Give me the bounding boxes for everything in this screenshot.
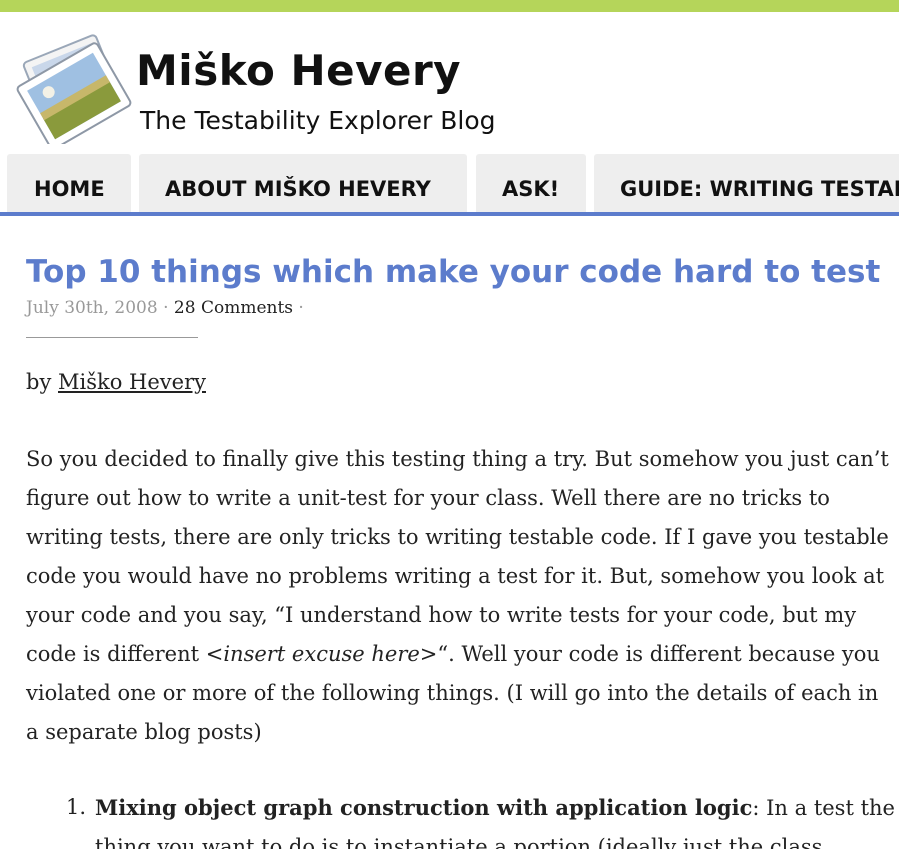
nav-tab-label: ABOUT MIŠKO HEVERY: [165, 177, 431, 201]
paragraph-italic: <insert excuse here>: [205, 642, 438, 666]
meta-separator: ·: [298, 298, 304, 318]
nav-tab-ask[interactable]: ASK!: [476, 154, 586, 212]
author-link[interactable]: Miško Hevery: [58, 370, 206, 394]
list-item-text: Mixing object graph construction with ap…: [95, 788, 895, 849]
nav-underline: [0, 212, 899, 216]
main-navigation: HOME ABOUT MIŠKO HEVERY ASK! GUIDE: WRIT…: [0, 154, 899, 216]
nav-tab-label: ASK!: [502, 177, 560, 201]
byline: by Miško Hevery: [26, 370, 206, 394]
paragraph-text: So you decided to finally give this test…: [26, 447, 889, 666]
nav-tab-label: HOME: [34, 177, 105, 201]
meta-divider: [26, 337, 198, 338]
top-accent-bar: [0, 0, 899, 12]
nav-tab-label: GUIDE: WRITING TESTABLE CODE: [620, 177, 899, 201]
site-header: Miško Hevery The Testability Explorer Bl…: [0, 12, 899, 154]
comments-link[interactable]: 28 Comments: [174, 298, 293, 318]
post-date: July 30th, 2008: [26, 298, 158, 318]
list-item-heading: Mixing object graph construction with ap…: [95, 795, 753, 820]
meta-separator: ·: [163, 298, 169, 318]
nav-tab-guide[interactable]: GUIDE: WRITING TESTABLE CODE: [594, 154, 899, 212]
nav-tab-home[interactable]: HOME: [7, 154, 131, 212]
list-number: 1.: [66, 795, 87, 819]
post-meta: July 30th, 2008 · 28 Comments ·: [26, 298, 304, 318]
nav-tab-about[interactable]: ABOUT MIŠKO HEVERY: [139, 154, 467, 212]
post-title[interactable]: Top 10 things which make your code hard …: [26, 254, 880, 290]
site-tagline: The Testability Explorer Blog: [140, 106, 496, 135]
intro-paragraph: So you decided to finally give this test…: [26, 440, 894, 752]
byline-prefix: by: [26, 370, 52, 394]
site-title[interactable]: Miško Hevery: [136, 46, 461, 95]
photos-logo-icon[interactable]: [14, 34, 134, 144]
